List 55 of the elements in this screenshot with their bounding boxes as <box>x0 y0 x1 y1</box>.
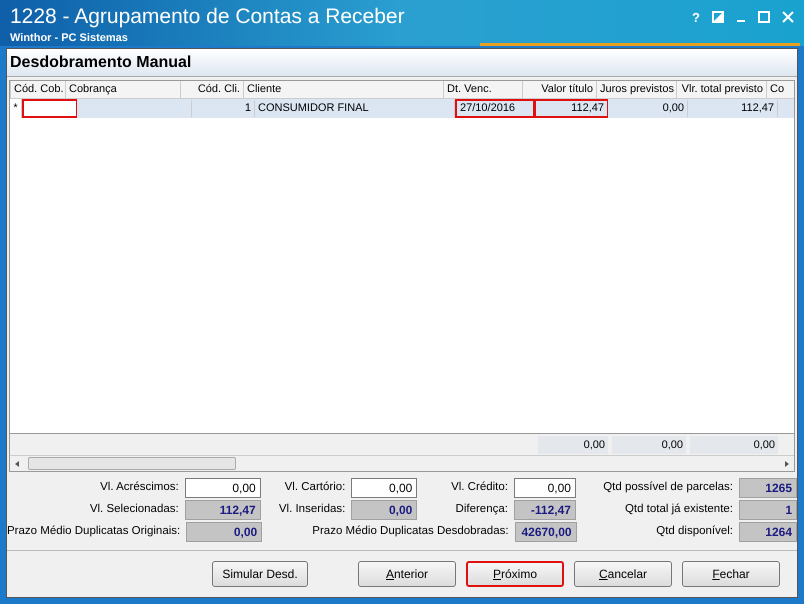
column-header[interactable]: Cód. Cob. <box>11 81 66 98</box>
dialog-button[interactable]: Anterior <box>358 561 456 587</box>
input-field[interactable]: 1265 <box>739 478 797 498</box>
field-label: Vl. Acréscimos: <box>100 480 179 496</box>
total-cell: 0,00 <box>538 436 608 454</box>
field-label: Vl. Inseridas: <box>278 502 346 518</box>
column-header[interactable]: Cliente <box>244 81 444 98</box>
dialog-button[interactable]: Fechar <box>682 561 780 587</box>
column-header[interactable]: Valor título <box>523 81 597 98</box>
input-field[interactable]: 0,00 <box>184 478 261 498</box>
field-label: Vl. Selecionadas: <box>90 502 179 518</box>
table-cell: 112,47 <box>534 99 608 118</box>
column-header[interactable]: Vlr. total previsto <box>677 81 767 98</box>
column-header[interactable]: Cobrança <box>66 81 181 98</box>
input-field[interactable]: 0,00 <box>514 478 576 498</box>
horizontal-scrollbar[interactable] <box>10 455 794 471</box>
input-field[interactable]: 0,00 <box>351 478 418 498</box>
table-cell: 0,00 <box>608 99 688 118</box>
restore-icon[interactable] <box>712 11 724 23</box>
field-label: Qtd possível de parcelas: <box>603 480 733 496</box>
column-header[interactable]: Co <box>767 81 794 98</box>
window-subtitle: Winthor - PC Sistemas <box>10 31 129 46</box>
panel-title: Desdobramento Manual <box>10 52 192 72</box>
total-cell: 0,00 <box>690 436 778 454</box>
total-cell: 0,00 <box>612 436 686 454</box>
row-marker: * <box>10 99 22 118</box>
table-cell: 1 <box>192 99 255 118</box>
field-label: Qtd disponível: <box>656 524 733 540</box>
field-label: Vl. Cartório: <box>284 480 346 496</box>
scroll-thumb[interactable] <box>28 457 236 470</box>
input-field[interactable]: 42670,00 <box>514 522 577 542</box>
table-cell: CONSUMIDOR FINAL <box>255 99 455 118</box>
input-field[interactable]: 1264 <box>739 522 797 542</box>
input-field[interactable]: 112,47 <box>184 500 261 520</box>
table-row[interactable]: * 1 CONSUMIDOR FINAL 27/10/2016 112,47 0,00 112,47 <box>10 99 794 118</box>
field-label: Vl. Crédito: <box>451 480 508 496</box>
field-label: Prazo Médio Duplicatas Desdobradas: <box>312 524 509 540</box>
input-field[interactable]: 0,00 <box>186 522 262 542</box>
field-label: Prazo Médio Duplicatas Originais: <box>7 524 180 540</box>
column-header[interactable]: Dt. Venc. <box>444 81 523 98</box>
window-title: 1228 - Agrupamento de Contas a Receber <box>10 6 405 28</box>
input-field[interactable]: 1 <box>739 500 797 520</box>
table-cell: 27/10/2016 <box>455 99 534 118</box>
dialog-button[interactable]: Cancelar <box>574 561 672 587</box>
column-header[interactable]: Cód. Cli. <box>181 81 244 98</box>
field-label: Diferença: <box>456 502 508 518</box>
input-field[interactable]: -112,47 <box>514 500 576 520</box>
dialog-button[interactable]: Próximo <box>466 561 564 587</box>
input-field[interactable]: 0,00 <box>351 500 418 520</box>
dialog-button[interactable]: Simular Desd. <box>212 561 308 587</box>
field-label: Qtd total já existente: <box>624 502 733 518</box>
maximize-icon[interactable] <box>758 11 770 23</box>
table-cell: 112,47 <box>688 99 778 118</box>
close-icon[interactable] <box>782 11 794 23</box>
column-header[interactable]: Juros previstos <box>597 81 677 98</box>
